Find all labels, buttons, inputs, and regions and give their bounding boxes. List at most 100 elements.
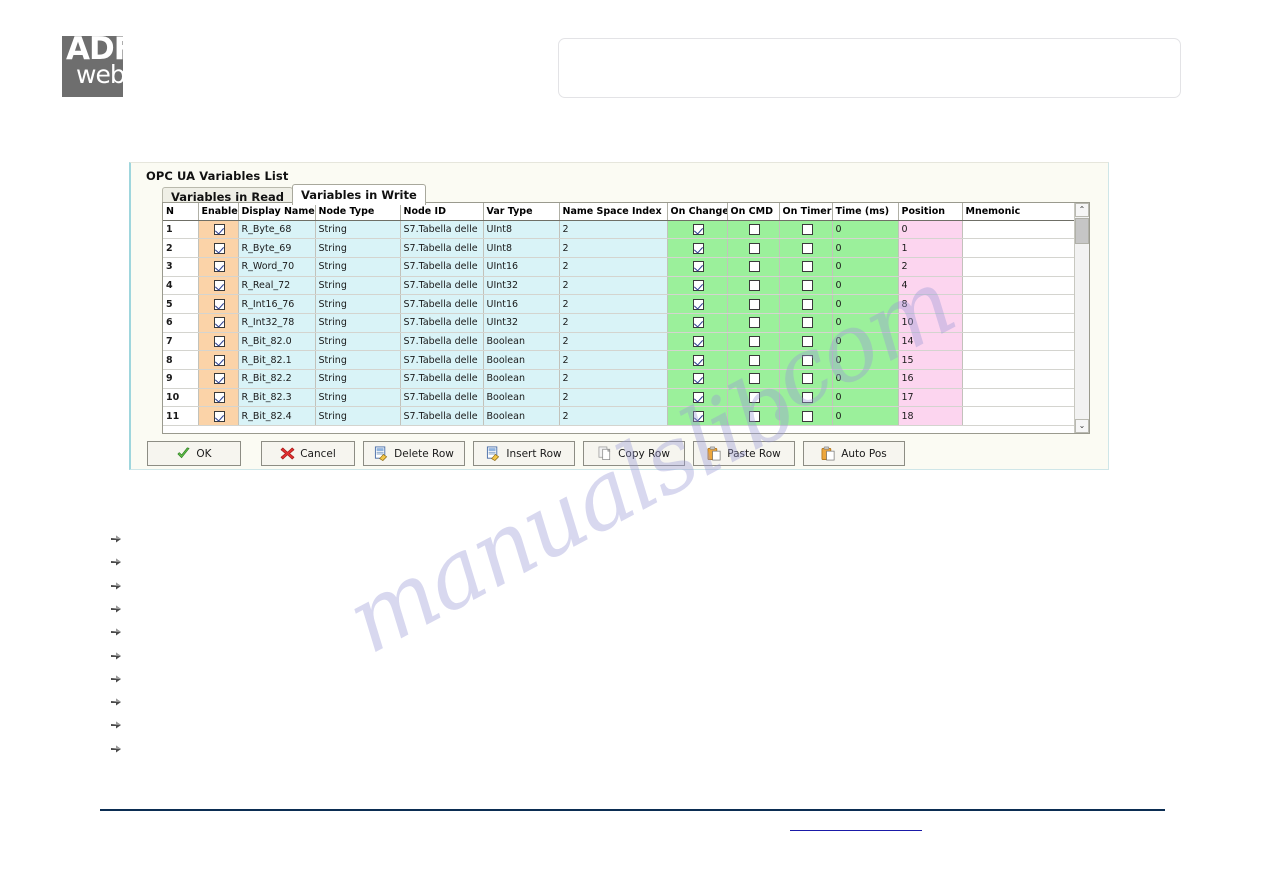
cell-display-name[interactable]: R_Bit_82.4	[238, 406, 316, 427]
cell-display-name[interactable]: R_Int32_78	[238, 313, 316, 333]
cell-var-type[interactable]: Boolean	[483, 406, 560, 427]
cell-on-change[interactable]	[667, 388, 728, 408]
cell-var-type[interactable]: UInt32	[483, 313, 560, 333]
cell-time-ms[interactable]: 0	[832, 369, 899, 389]
on-cmd-checkbox[interactable]	[749, 279, 760, 291]
cell-node-type[interactable]: String	[315, 388, 401, 408]
cell-on-timer[interactable]	[779, 332, 833, 352]
cell-node-type[interactable]: String	[315, 332, 401, 352]
cell-var-type[interactable]: UInt8	[483, 220, 560, 240]
cell-on-timer[interactable]	[779, 257, 833, 277]
cancel-button[interactable]: Cancel	[261, 441, 355, 466]
cell-on-cmd[interactable]	[727, 313, 780, 333]
insert-row-button[interactable]: Insert Row	[473, 441, 575, 466]
on-cmd-checkbox[interactable]	[749, 223, 760, 235]
cell-on-cmd[interactable]	[727, 332, 780, 352]
cell-name-space-index[interactable]: 2	[559, 257, 668, 277]
cell-enable[interactable]	[198, 406, 239, 427]
on-change-checkbox[interactable]	[693, 317, 704, 329]
on-cmd-checkbox[interactable]	[749, 354, 760, 366]
cell-name-space-index[interactable]: 2	[559, 220, 668, 240]
cell-n[interactable]: 10	[163, 388, 199, 408]
cell-mnemonic[interactable]	[962, 388, 1089, 408]
cell-enable[interactable]	[198, 350, 239, 370]
table-row[interactable]: 6 R_Int32_78 String S7.Tabella delle UInt32 2…	[163, 313, 1089, 333]
cell-name-space-index[interactable]: 2	[559, 406, 668, 427]
cell-node-type[interactable]: String	[315, 220, 401, 240]
table-row[interactable]: 10 R_Bit_82.3 String S7.Tabella delle Boolea…	[163, 388, 1089, 408]
cell-name-space-index[interactable]: 2	[559, 350, 668, 370]
table-row[interactable]: 5 R_Int16_76 String S7.Tabella delle UInt16 2…	[163, 294, 1089, 314]
cell-on-change[interactable]	[667, 350, 728, 370]
cell-position[interactable]: 15	[898, 350, 963, 370]
on-timer-checkbox[interactable]	[801, 261, 813, 273]
cell-n[interactable]: 1	[163, 220, 199, 240]
cell-time-ms[interactable]: 0	[832, 388, 899, 408]
cell-node-id[interactable]: S7.Tabella delle	[400, 332, 484, 352]
cell-on-cmd[interactable]	[727, 388, 780, 408]
on-timer-checkbox[interactable]	[801, 279, 813, 291]
table-row[interactable]: 4 R_Real_72 String S7.Tabella delle UInt32 2 0…	[163, 276, 1089, 296]
column-header-n[interactable]: N	[163, 203, 199, 221]
on-cmd-checkbox[interactable]	[749, 261, 760, 273]
cell-on-cmd[interactable]	[727, 257, 780, 277]
cell-on-change[interactable]	[667, 369, 728, 389]
cell-node-type[interactable]: String	[315, 369, 401, 389]
cell-node-id[interactable]: S7.Tabella delle	[400, 294, 484, 314]
cell-display-name[interactable]: R_Byte_68	[238, 220, 316, 240]
cell-var-type[interactable]: UInt16	[483, 294, 560, 314]
cell-time-ms[interactable]: 0	[832, 257, 899, 277]
cell-node-type[interactable]: String	[315, 238, 401, 258]
enable-checkbox[interactable]	[214, 354, 225, 366]
cell-var-type[interactable]: UInt16	[483, 257, 560, 277]
cell-enable[interactable]	[198, 257, 239, 277]
cell-n[interactable]: 6	[163, 313, 199, 333]
cell-position[interactable]: 16	[898, 369, 963, 389]
cell-mnemonic[interactable]	[962, 220, 1089, 240]
cell-name-space-index[interactable]: 2	[559, 276, 668, 296]
cell-node-id[interactable]: S7.Tabella delle	[400, 238, 484, 258]
cell-enable[interactable]	[198, 369, 239, 389]
cell-node-id[interactable]: S7.Tabella delle	[400, 220, 484, 240]
cell-node-type[interactable]: String	[315, 406, 401, 427]
cell-on-cmd[interactable]	[727, 350, 780, 370]
cell-node-id[interactable]: S7.Tabella delle	[400, 313, 484, 333]
cell-n[interactable]: 2	[163, 238, 199, 258]
cell-on-timer[interactable]	[779, 406, 833, 427]
cell-display-name[interactable]: R_Bit_82.3	[238, 388, 316, 408]
cell-node-id[interactable]: S7.Tabella delle	[400, 388, 484, 408]
on-cmd-checkbox[interactable]	[749, 298, 760, 310]
cell-n[interactable]: 9	[163, 369, 199, 389]
cell-on-timer[interactable]	[779, 238, 833, 258]
on-change-checkbox[interactable]	[693, 410, 704, 422]
on-change-checkbox[interactable]	[693, 261, 704, 273]
cell-node-type[interactable]: String	[315, 276, 401, 296]
column-header-mnemonic[interactable]: Mnemonic	[962, 203, 1089, 221]
cell-mnemonic[interactable]	[962, 369, 1089, 389]
cell-enable[interactable]	[198, 313, 239, 333]
cell-time-ms[interactable]: 0	[832, 276, 899, 296]
cell-n[interactable]: 5	[163, 294, 199, 314]
cell-position[interactable]: 2	[898, 257, 963, 277]
cell-mnemonic[interactable]	[962, 313, 1089, 333]
grid-vertical-scrollbar[interactable]: ⌃ ⌄	[1074, 203, 1089, 433]
on-timer-checkbox[interactable]	[801, 410, 813, 422]
cell-position[interactable]: 10	[898, 313, 963, 333]
cell-on-change[interactable]	[667, 220, 728, 240]
cell-on-timer[interactable]	[779, 220, 833, 240]
footer-link[interactable]	[790, 830, 922, 831]
column-header-on-timer[interactable]: On Timer	[779, 203, 833, 221]
table-row[interactable]: 1 R_Byte_68 String S7.Tabella delle UInt8 2 0 0	[163, 220, 1089, 240]
cell-name-space-index[interactable]: 2	[559, 332, 668, 352]
on-timer-checkbox[interactable]	[801, 317, 813, 329]
cell-n[interactable]: 7	[163, 332, 199, 352]
on-change-checkbox[interactable]	[693, 392, 704, 404]
cell-name-space-index[interactable]: 2	[559, 238, 668, 258]
cell-position[interactable]: 17	[898, 388, 963, 408]
cell-on-change[interactable]	[667, 313, 728, 333]
on-change-checkbox[interactable]	[693, 242, 704, 254]
on-cmd-checkbox[interactable]	[749, 392, 760, 404]
on-cmd-checkbox[interactable]	[749, 242, 760, 254]
on-change-checkbox[interactable]	[693, 335, 704, 347]
cell-enable[interactable]	[198, 388, 239, 408]
